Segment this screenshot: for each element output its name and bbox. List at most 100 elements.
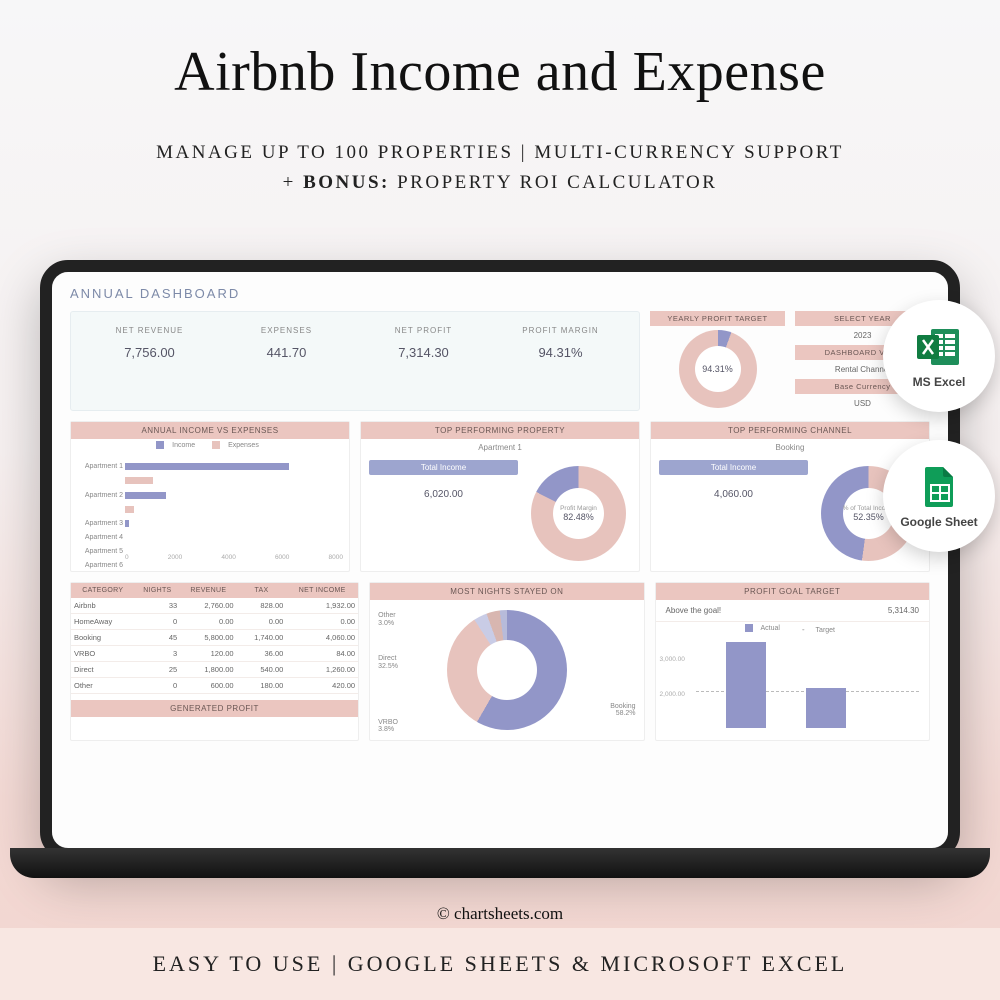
total-income-value: 4,060.00 [659, 475, 808, 514]
table-cell: 540.00 [237, 662, 287, 678]
bar-label: Apartment 4 [75, 534, 123, 541]
divider-pipe: | [323, 951, 347, 977]
above-goal-value: 5,314.30 [888, 606, 919, 615]
x-tick: 2000 [168, 554, 182, 561]
table-cell: 828.00 [237, 598, 287, 614]
donut-nights [447, 610, 567, 730]
table-cell: Booking [71, 630, 135, 646]
sub-multicurrency: MULTI-CURRENCY SUPPORT [534, 142, 844, 163]
legend-swatch-income [156, 441, 164, 449]
table-cell: 0 [135, 678, 181, 694]
above-goal-label: Above the goal! [666, 606, 722, 615]
table-row: Booking455,800.001,740.004,060.00 [71, 630, 358, 646]
table-cell: 0.00 [237, 614, 287, 630]
most-nights-panel: MOST NIGHTS STAYED ON Other 3.0% Direct … [369, 582, 644, 741]
donut-center-label: 94.31% [679, 330, 757, 408]
sub-roi: PROPERTY ROI CALCULATOR [397, 172, 717, 193]
table-row: Direct251,800.00540.001,260.00 [71, 662, 358, 678]
table-cell: 84.00 [286, 646, 358, 662]
panel-header: TOP PERFORMING CHANNEL [651, 422, 929, 439]
excel-icon [915, 323, 963, 371]
table-row: Airbnb332,760.00828.001,932.00 [71, 598, 358, 614]
top-property-panel: TOP PERFORMING PROPERTY Apartment 1 Tota… [360, 421, 640, 572]
table-cell: Airbnb [71, 598, 135, 614]
kpi-label: EXPENSES [218, 326, 355, 335]
goal-legend: Actual - - Target [656, 622, 929, 636]
category-table: CATEGORY NIGHTS REVENUE TAX NET INCOME A… [71, 583, 358, 694]
table-cell: 0 [135, 614, 181, 630]
panel-header: TOP PERFORMING PROPERTY [361, 422, 639, 439]
slice-label-direct: Direct 32.5% [378, 655, 398, 670]
table-cell: 600.00 [180, 678, 236, 694]
sub-properties: MANAGE UP TO 100 PROPERTIES [156, 142, 513, 163]
category-table-panel: CATEGORY NIGHTS REVENUE TAX NET INCOME A… [70, 582, 359, 741]
kpi-strip: NET REVENUE 7,756.00 EXPENSES 441.70 NET… [70, 311, 640, 411]
table-cell: 1,740.00 [237, 630, 287, 646]
donut-property-margin: Profit Margin82.48% [531, 466, 626, 561]
kpi-profit-margin: PROFIT MARGIN 94.31% [492, 326, 629, 396]
y-tick: 3,000.00 [660, 656, 685, 663]
hero-title: Airbnb Income and Expense [0, 0, 1000, 104]
bar-label: Apartment 2 [75, 492, 123, 499]
divider-pipe: | [521, 142, 535, 163]
slice-label-vrbo: VRBO 3.8% [378, 719, 398, 734]
table-cell: VRBO [71, 646, 135, 662]
table-row: VRBO3120.0036.0084.00 [71, 646, 358, 662]
th: NIGHTS [135, 583, 181, 598]
table-cell: 420.00 [286, 678, 358, 694]
panel-header: YEARLY PROFIT TARGET [650, 311, 785, 326]
footer-apps: GOOGLE SHEETS & MICROSOFT EXCEL [348, 951, 848, 977]
bar-label: Apartment 1 [75, 463, 123, 470]
slice-label-other: Other 3.0% [378, 612, 396, 627]
table-cell: 180.00 [237, 678, 287, 694]
table-cell: 0.00 [180, 614, 236, 630]
bar-label: Apartment 5 [75, 548, 123, 555]
top-property-name: Apartment 1 [361, 439, 639, 456]
panel-header: MOST NIGHTS STAYED ON [370, 583, 643, 600]
income-vs-expenses-panel: ANNUAL INCOME VS EXPENSES Income Expense… [70, 421, 350, 572]
kpi-label: PROFIT MARGIN [492, 326, 629, 335]
bar-label: Apartment 6 [75, 562, 123, 569]
x-axis: 0 2000 4000 6000 8000 [125, 554, 343, 561]
table-cell: 120.00 [180, 646, 236, 662]
table-cell: Direct [71, 662, 135, 678]
generated-profit-header: GENERATED PROFIT [71, 700, 358, 717]
table-cell: Other [71, 678, 135, 694]
income-expense-barchart: Apartment 1 Apartment 2 Apartment 3 Apar… [71, 453, 349, 563]
table-cell: 33 [135, 598, 181, 614]
x-tick: 0 [125, 554, 129, 561]
table-row: Other0600.00180.00420.00 [71, 678, 358, 694]
google-sheet-badge: Google Sheet [883, 440, 995, 552]
x-tick: 6000 [275, 554, 289, 561]
laptop-mockup: ANNUAL DASHBOARD NET REVENUE 7,756.00 EX… [40, 260, 960, 860]
total-income-pill: Total Income [659, 460, 808, 475]
bar-actual [726, 642, 766, 728]
table-cell: 1,800.00 [180, 662, 236, 678]
ms-excel-badge: MS Excel [883, 300, 995, 412]
y-tick: 2,000.00 [660, 691, 685, 698]
table-cell: 2,760.00 [180, 598, 236, 614]
table-cell: 1,260.00 [286, 662, 358, 678]
yearly-profit-target-panel: YEARLY PROFIT TARGET 94.31% [650, 311, 785, 411]
legend-swatch-actual [745, 624, 753, 632]
kpi-value: 441.70 [218, 345, 355, 360]
table-cell: 25 [135, 662, 181, 678]
legend-label: Target [816, 627, 835, 634]
kpi-value: 7,756.00 [81, 345, 218, 360]
kpi-net-profit: NET PROFIT 7,314.30 [355, 326, 492, 396]
total-income-pill: Total Income [369, 460, 518, 475]
donut-yearly-profit: 94.31% [679, 330, 757, 408]
sub-plus: + [283, 172, 303, 193]
laptop-base [10, 848, 990, 878]
table-cell: 3 [135, 646, 181, 662]
badge-label: Google Sheet [900, 515, 977, 529]
bar-label: Apartment 3 [75, 520, 123, 527]
table-cell: HomeAway [71, 614, 135, 630]
most-nights-donut: Other 3.0% Direct 32.5% VRBO 3.8% Bookin… [370, 600, 643, 740]
table-cell: 5,800.00 [180, 630, 236, 646]
hero-subtitle: MANAGE UP TO 100 PROPERTIES | MULTI-CURR… [0, 138, 1000, 199]
total-income-value: 6,020.00 [369, 475, 518, 514]
table-cell: 4,060.00 [286, 630, 358, 646]
table-cell: 36.00 [237, 646, 287, 662]
kpi-value: 94.31% [492, 345, 629, 360]
